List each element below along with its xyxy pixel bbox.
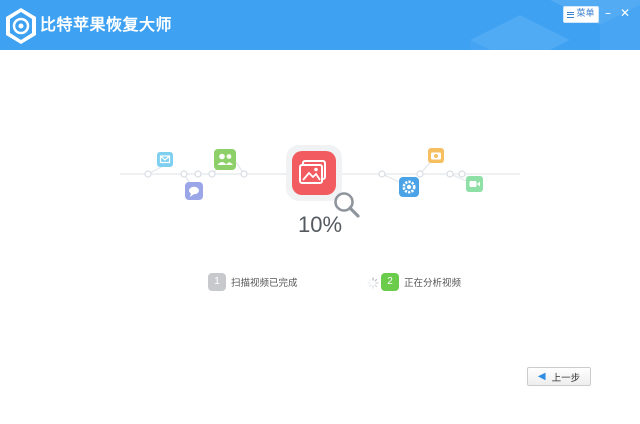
step-scan: 1 扫描视频已完成 [208,273,298,291]
mail-icon [157,152,173,167]
contacts-icon [214,149,236,170]
photo-icon [286,145,342,201]
back-button[interactable]: ◀ 上一步 [527,367,591,386]
loading-spinner-icon [367,277,379,289]
camera-icon [428,148,444,163]
step-label: 扫描视频已完成 [231,278,298,289]
message-icon [185,182,203,200]
step-number-badge: 1 [208,273,226,291]
video-icon [466,176,483,192]
arrow-left-icon: ◀ [537,370,546,382]
step-number-badge: 2 [381,273,399,291]
back-button-label: 上一步 [551,372,581,384]
settings-icon [399,177,419,197]
progress-percent: 10% [297,212,343,237]
step-analyze: 2 正在分析视频 [381,273,461,291]
step-label: 正在分析视频 [404,278,462,289]
